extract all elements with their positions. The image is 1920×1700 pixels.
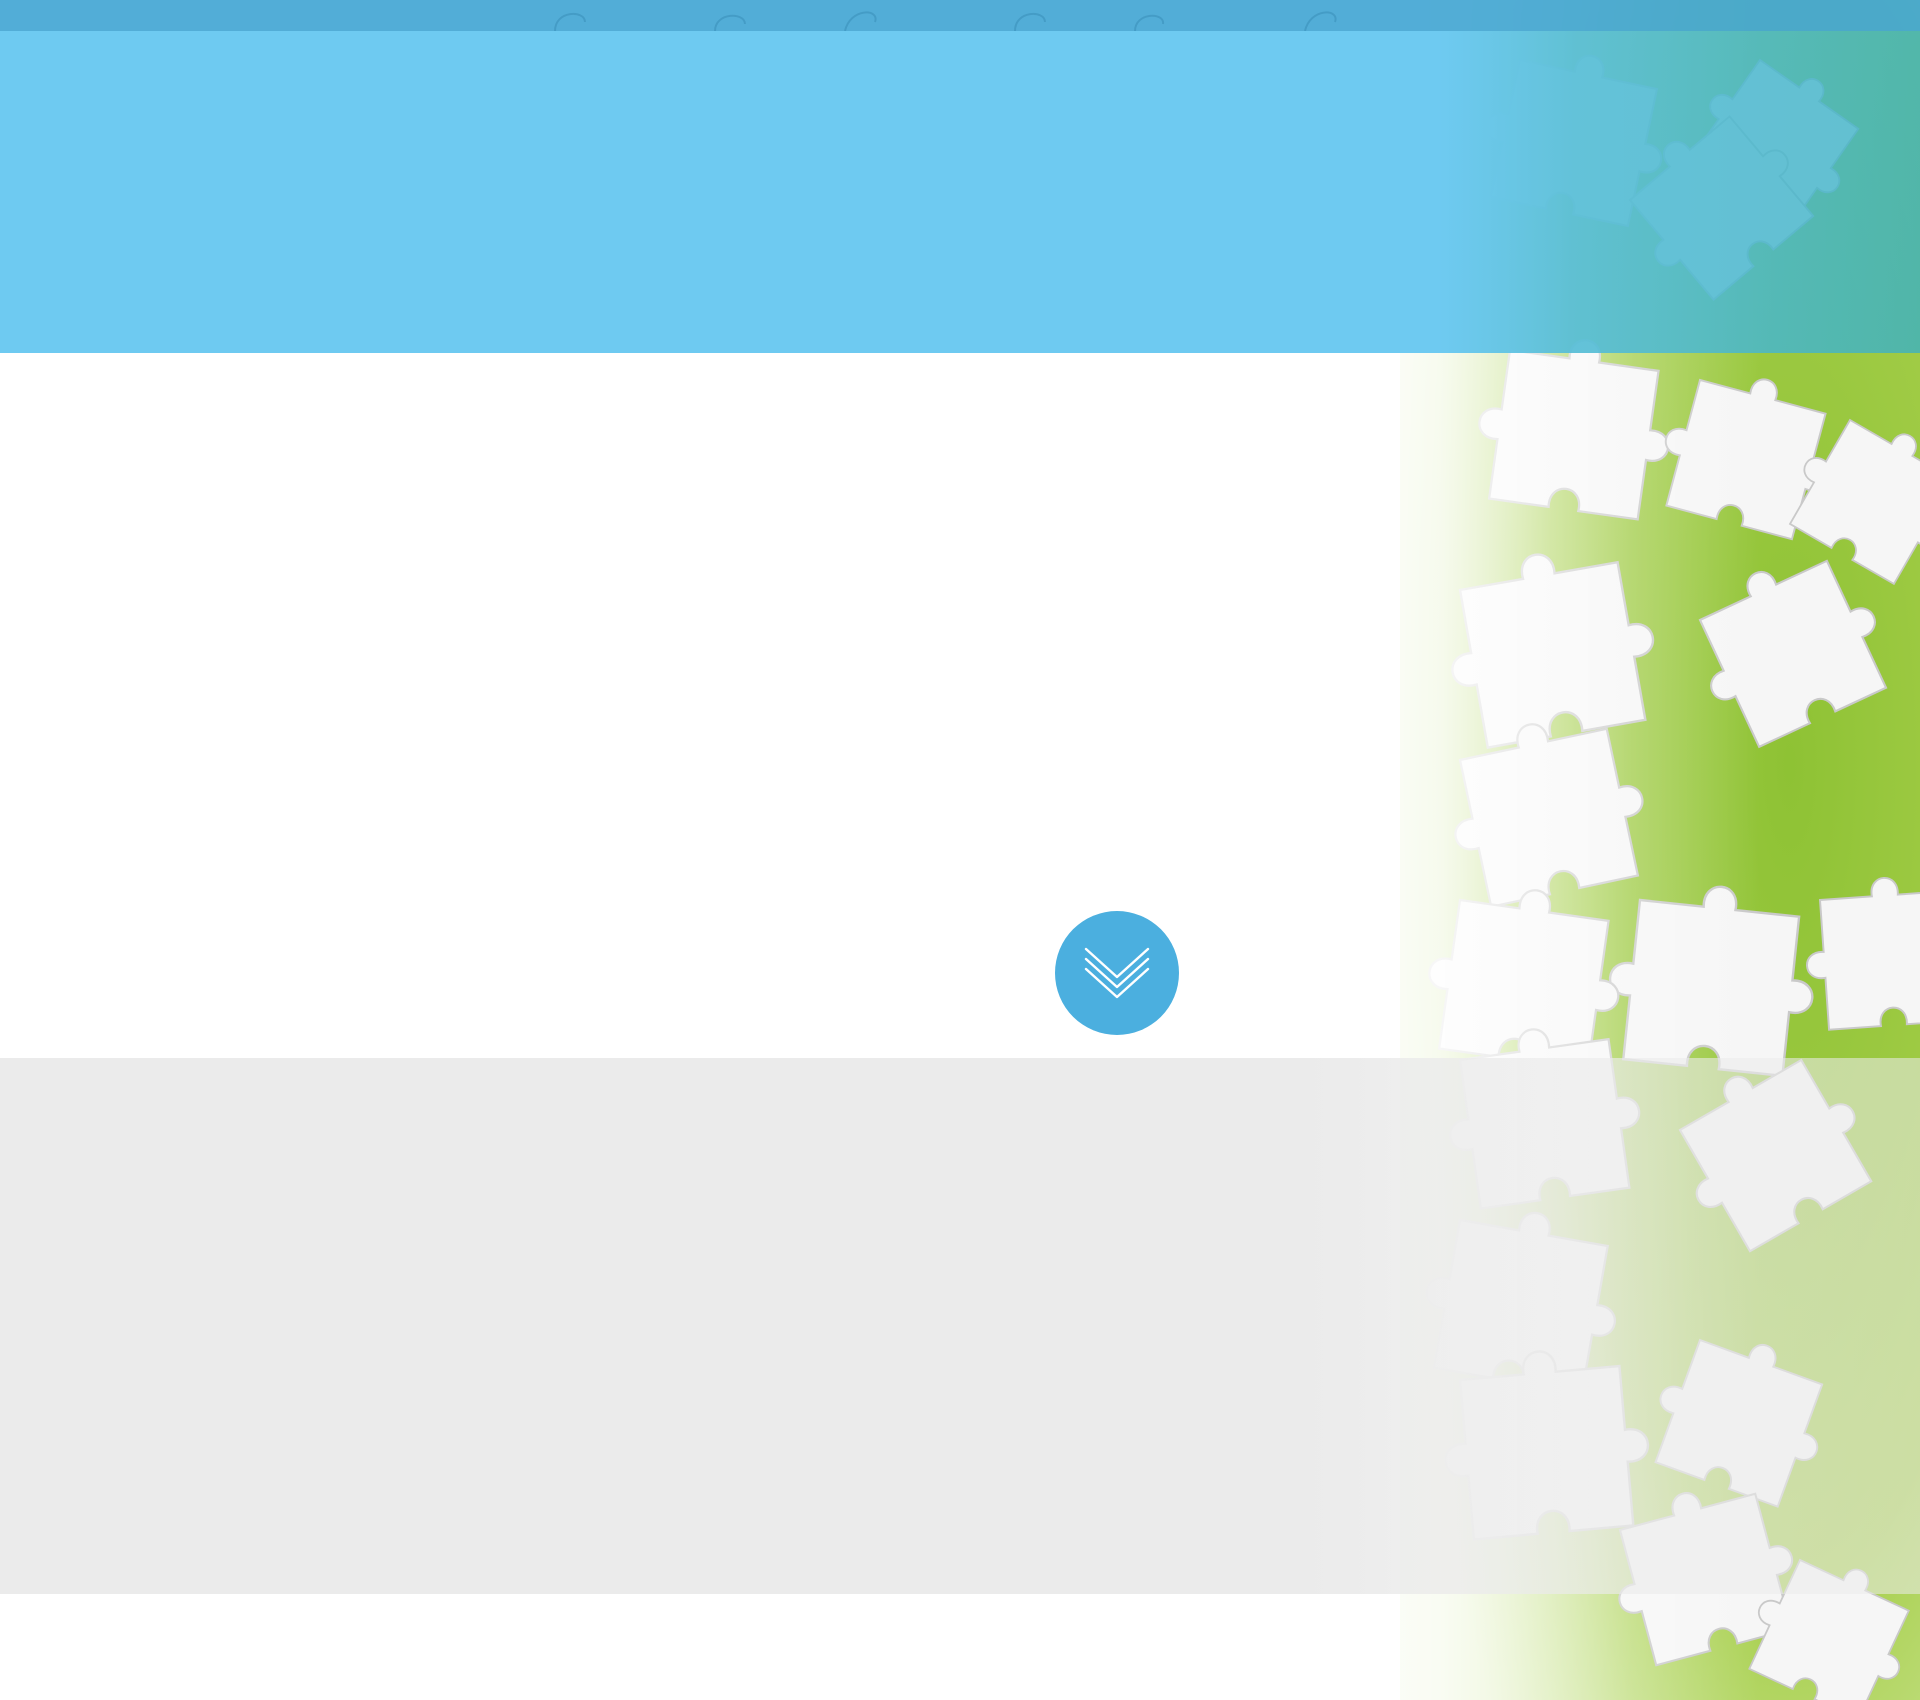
top-strip — [0, 0, 1920, 31]
content-section-grey — [0, 1058, 1920, 1594]
scroll-down-button[interactable] — [1055, 911, 1179, 1035]
hero-band — [0, 31, 1920, 353]
content-section-white — [0, 353, 1920, 1058]
content-section-bottom — [0, 1594, 1920, 1700]
double-chevron-down-icon — [1084, 947, 1150, 999]
puzzle-texture-graphic — [554, 11, 1337, 31]
